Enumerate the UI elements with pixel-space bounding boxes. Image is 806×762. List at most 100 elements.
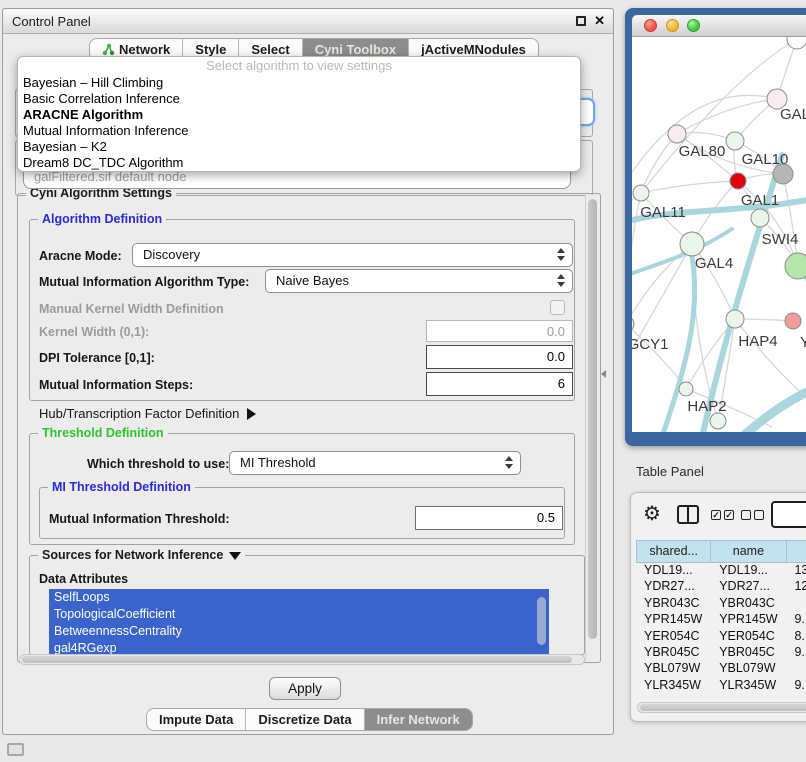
network-node[interactable] [710, 413, 726, 429]
column-header-shared-name[interactable]: shared... [636, 540, 711, 563]
mac-zoom-icon[interactable] [687, 19, 700, 32]
attribute-list-item[interactable]: TopologicalCoefficient [49, 606, 549, 623]
network-node-gal1[interactable] [730, 173, 746, 189]
attributes-list-scrollbar[interactable] [537, 597, 546, 645]
hub-definition-toggle[interactable]: Hub/Transcription Factor Definition [39, 406, 256, 421]
mi-threshold-label: Mutual Information Threshold: [49, 512, 230, 526]
checked-box-icon[interactable]: ✓ [711, 510, 721, 520]
table-row[interactable]: YPR145WYPR145W9. [636, 612, 806, 628]
algorithm-option[interactable]: Dream8 DC_TDC Algorithm [18, 155, 580, 171]
attribute-list-item[interactable]: BetweennessCentrality [49, 623, 549, 640]
mi-steps-label: Mutual Information Steps: [39, 378, 193, 392]
network-node-hap2[interactable] [679, 382, 693, 396]
tab-discretize-data[interactable]: Discretize Data [246, 709, 364, 730]
network-edge[interactable] [677, 99, 777, 134]
mi-threshold-field[interactable]: 0.5 [415, 506, 563, 530]
algorithm-dropdown-popup: Select algorithm to view settings Bayesi… [17, 56, 581, 172]
table-cell: YPR145W [636, 612, 711, 628]
algorithm-option[interactable]: Bayesian – Hill Climbing [18, 75, 580, 91]
network-edge[interactable] [641, 181, 738, 193]
network-node-gcy1[interactable] [632, 316, 634, 332]
control-panel-titlebar: Control Panel ✕ [3, 9, 613, 34]
unchecked-box-icon[interactable] [754, 510, 764, 520]
mi-type-combobox[interactable]: Naive Bayes [265, 269, 573, 293]
apply-button[interactable]: Apply [269, 677, 341, 700]
network-node-y[interactable] [785, 313, 801, 329]
network-node-gal11[interactable] [633, 185, 649, 201]
kernel-width-field[interactable]: 0.0 [426, 320, 573, 342]
sources-title-label: Sources for Network Inference [42, 548, 223, 562]
network-node[interactable] [773, 164, 793, 184]
tab-infer-network[interactable]: Infer Network [365, 709, 472, 730]
node-label: GAL4 [695, 255, 733, 272]
algorithm-option[interactable]: Basic Correlation Inference [18, 91, 580, 107]
algorithm-definition-title: Algorithm Definition [38, 212, 166, 226]
settings-vertical-scrollbar[interactable] [585, 195, 598, 661]
column-header-cutoff[interactable] [787, 540, 806, 563]
table-cell: YDR27... [636, 579, 711, 595]
settings-horizontal-scrollbar[interactable] [19, 654, 585, 665]
tab-impute-data[interactable]: Impute Data [147, 709, 246, 730]
table-row[interactable]: YBR045CYBR045C9. [636, 645, 806, 661]
table-row[interactable]: YBR043CYBR043C [636, 596, 806, 612]
table-row[interactable]: YLR345WYLR345W9. [636, 678, 806, 694]
column-header-name[interactable]: name [711, 540, 786, 563]
sources-group-title[interactable]: Sources for Network Inference [38, 548, 245, 562]
network-edge[interactable] [735, 319, 806, 397]
manual-kernel-checkbox[interactable] [550, 300, 565, 315]
table-horizontal-scrollbar[interactable] [637, 702, 806, 713]
table-row[interactable]: YDL19...YDL19...13 [636, 563, 806, 579]
algorithm-option[interactable]: ARACNE Algorithm [18, 107, 580, 123]
mac-close-icon[interactable] [644, 19, 657, 32]
attribute-list-item[interactable]: SelfLoops [49, 589, 549, 606]
collapse-down-icon [229, 552, 241, 560]
table-cell: YPR145W [711, 612, 786, 628]
node-label: GAL11 [640, 204, 686, 221]
network-node-swi4[interactable] [751, 209, 769, 227]
dpi-tolerance-label: DPI Tolerance [0,1]: [39, 351, 155, 365]
mi-steps-value: 6 [558, 376, 565, 391]
gear-icon[interactable]: ⚙ [643, 501, 661, 526]
network-node-gal10[interactable] [726, 132, 744, 150]
network-edge[interactable] [632, 95, 777, 187]
collapsed-panel-button[interactable] [7, 743, 24, 756]
mac-minimize-icon[interactable] [666, 19, 679, 32]
network-node-gal4[interactable] [680, 232, 704, 256]
aracne-mode-combobox[interactable]: Discovery [132, 243, 573, 267]
which-threshold-combobox[interactable]: MI Threshold [229, 451, 521, 475]
table-cell: 13 [786, 563, 806, 579]
unchecked-box-icon[interactable] [741, 510, 751, 520]
network-edge-highlighted[interactable] [742, 385, 806, 432]
node-label: GCY1 [632, 336, 668, 353]
float-window-icon[interactable] [576, 16, 586, 26]
hub-definition-label: Hub/Transcription Factor Definition [39, 406, 239, 421]
table-cell: YBR043C [711, 596, 786, 612]
network-window-titlebar[interactable] [632, 15, 806, 37]
network-edge[interactable] [783, 174, 798, 266]
network-node[interactable] [787, 37, 806, 49]
table-row[interactable]: YBL079WYBL079W [636, 661, 806, 677]
table-panel-window: ⚙ ✓ ✓ shared... name YDL19...YDL19...13Y… [630, 492, 806, 722]
dpi-tolerance-field[interactable]: 0.0 [426, 345, 573, 369]
table-cell: 9. [786, 612, 806, 628]
network-node-gal80[interactable] [668, 125, 686, 143]
table-header-row: shared... name [636, 540, 806, 563]
network-node-hap4[interactable] [726, 310, 744, 328]
table-function-icon[interactable] [771, 501, 806, 528]
table-rows: YDL19...YDL19...13YDR27...YDR27...12YBR0… [636, 563, 806, 694]
algorithm-option[interactable]: Mutual Information Inference [18, 123, 580, 139]
mi-steps-field[interactable]: 6 [426, 372, 573, 396]
network-edge[interactable] [641, 134, 677, 193]
network-canvas[interactable]: GALGAL80GAL10GAL1GAL11SWI4GAL4GCY1HAP4YH… [632, 37, 806, 432]
spinner-arrows-icon [505, 456, 513, 469]
algorithm-option[interactable]: Bayesian – K2 [18, 139, 580, 155]
table-row[interactable]: YDR27...YDR27...12 [636, 579, 806, 595]
mi-threshold-group-title: MI Threshold Definition [48, 480, 195, 494]
network-node[interactable] [785, 253, 806, 279]
split-columns-icon[interactable] [677, 505, 699, 524]
close-icon[interactable]: ✕ [594, 13, 605, 29]
panel-splitter-handle[interactable] [601, 370, 606, 378]
checked-box-icon[interactable]: ✓ [724, 510, 734, 520]
table-row[interactable]: YER054CYER054C8. [636, 629, 806, 645]
data-attributes-label: Data Attributes [39, 572, 128, 586]
